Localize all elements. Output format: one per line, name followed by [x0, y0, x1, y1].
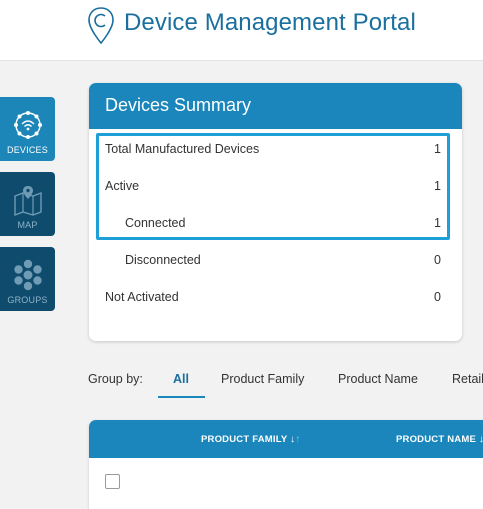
devices-summary-card: Devices Summary Total Manufactured Devic…	[89, 83, 462, 341]
column-header-product-name[interactable]: PRODUCT NAME ↓	[396, 434, 483, 445]
nav-groups-button[interactable]: GROUPS	[0, 247, 55, 311]
app-header: Device Management Portal	[0, 0, 483, 61]
location-pin-icon	[88, 7, 114, 45]
sort-up-icon: ↑	[295, 434, 301, 445]
summary-row-active: Active 1	[105, 179, 441, 199]
summary-value: 1	[434, 142, 441, 156]
summary-label: Disconnected	[125, 253, 201, 267]
summary-label: Not Activated	[105, 290, 179, 304]
summary-label: Active	[105, 179, 140, 193]
map-icon	[13, 186, 42, 217]
summary-value: 0	[434, 253, 441, 267]
nav-map-button[interactable]: MAP	[0, 172, 55, 236]
summary-row-not-activated: Not Activated 0	[105, 290, 441, 310]
summary-row-connected: Connected 1	[105, 216, 441, 236]
groups-icon	[13, 259, 42, 291]
row-select-checkbox[interactable]	[105, 474, 120, 489]
summary-value: 1	[434, 179, 441, 193]
column-header-product-family[interactable]: PRODUCT FAMILY ↓↑	[201, 434, 300, 445]
tab-all[interactable]: All	[173, 372, 189, 386]
nav-devices-button[interactable]: DEVICES	[0, 97, 55, 161]
tab-product-family[interactable]: Product Family	[221, 372, 304, 386]
column-label: PRODUCT FAMILY	[201, 434, 288, 445]
summary-value: 1	[434, 216, 441, 230]
tab-retail[interactable]: Retail	[452, 372, 483, 386]
devices-network-icon	[13, 111, 42, 139]
groupby-label: Group by:	[88, 372, 143, 386]
nav-groups-label: GROUPS	[7, 295, 48, 305]
table-header: PRODUCT FAMILY ↓↑ PRODUCT NAME ↓	[89, 420, 483, 458]
active-tab-indicator	[158, 396, 205, 398]
summary-label: Connected	[125, 216, 186, 230]
summary-title: Devices Summary	[89, 83, 462, 129]
sort-down-icon: ↓	[478, 434, 483, 445]
nav-map-label: MAP	[17, 220, 38, 230]
page-title: Device Management Portal	[124, 9, 416, 36]
column-label: PRODUCT NAME	[396, 434, 476, 445]
tab-product-name[interactable]: Product Name	[338, 372, 418, 386]
summary-row-disconnected: Disconnected 0	[105, 253, 441, 273]
summary-value: 0	[434, 290, 441, 304]
summary-row-total: Total Manufactured Devices 1	[105, 142, 441, 162]
nav-devices-label: DEVICES	[7, 145, 48, 155]
devices-table: PRODUCT FAMILY ↓↑ PRODUCT NAME ↓	[89, 420, 483, 509]
summary-label: Total Manufactured Devices	[105, 142, 260, 156]
